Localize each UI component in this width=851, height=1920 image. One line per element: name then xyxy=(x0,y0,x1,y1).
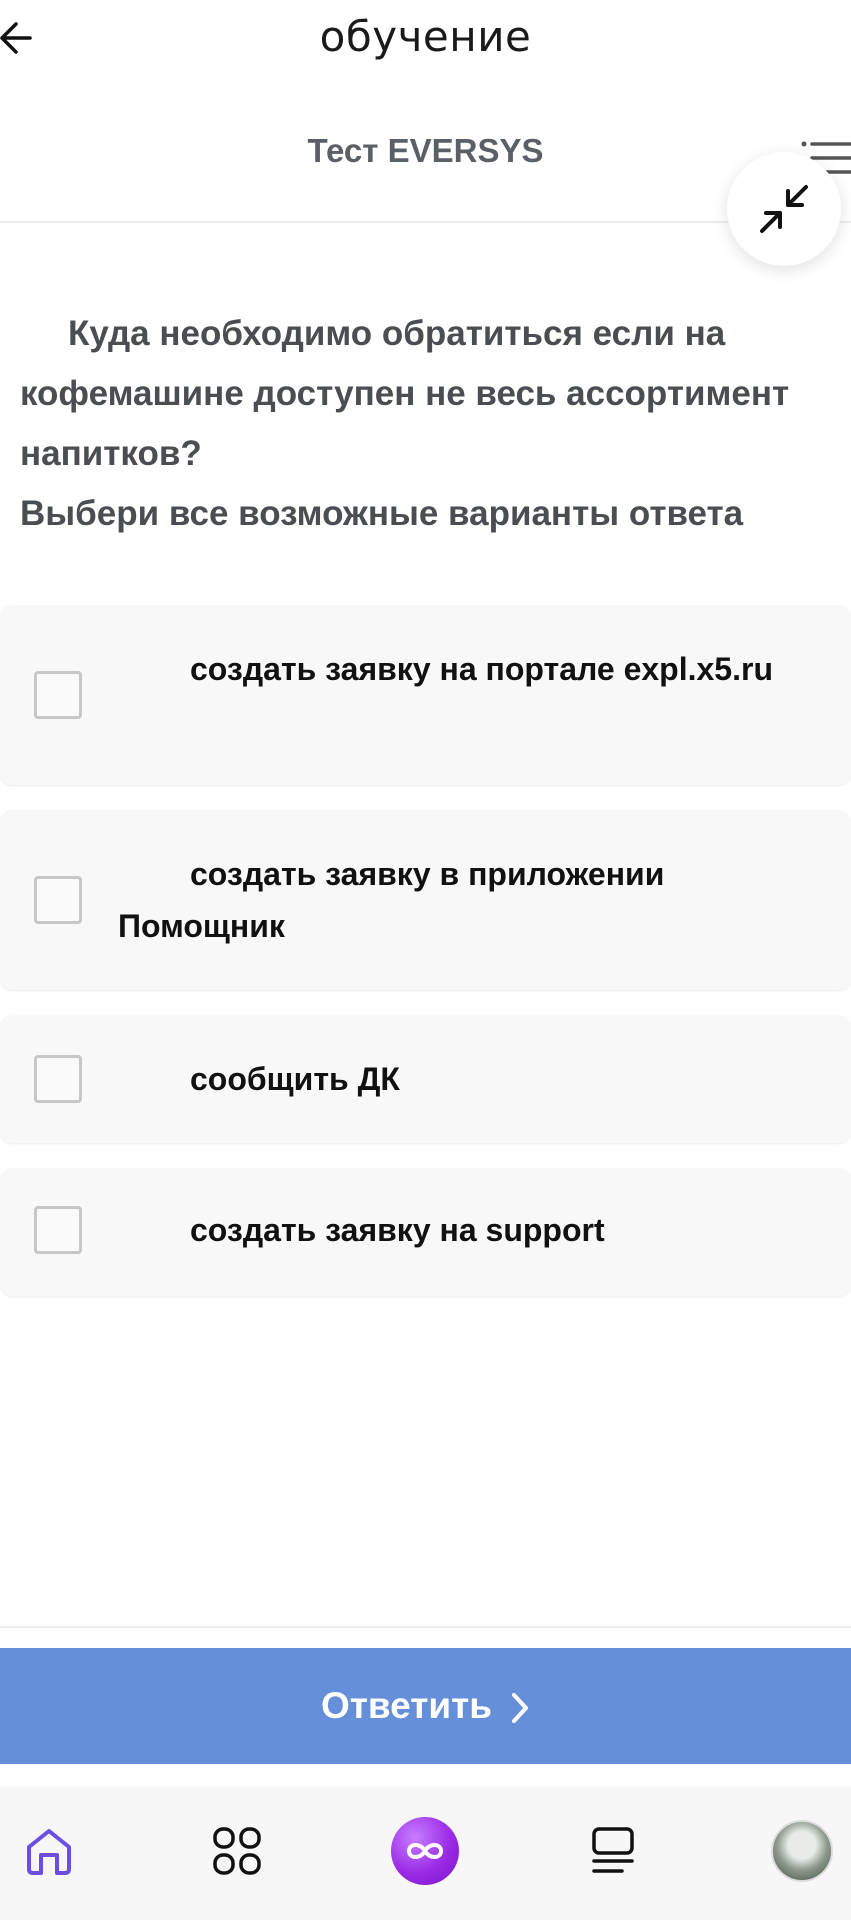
answer-label: создать заявку в приложении Помощник xyxy=(118,856,665,944)
nav-apps[interactable] xyxy=(202,1816,272,1886)
app-title: обучение xyxy=(319,12,532,61)
answer-option-3[interactable]: сообщить ДК xyxy=(0,1015,851,1143)
answer-checkbox[interactable] xyxy=(34,876,82,924)
answer-label: создать заявку на портале expl.x5.ru xyxy=(190,651,773,687)
collapse-arrows-icon xyxy=(760,185,808,233)
nav-feed[interactable] xyxy=(578,1816,648,1886)
question-text: Куда необходимо обратиться если на кофем… xyxy=(20,304,840,544)
infinity-icon xyxy=(391,1817,459,1885)
question-body: Куда необходимо обратиться если на кофем… xyxy=(20,314,790,473)
answer-label: создать заявку на support xyxy=(190,1212,605,1248)
answer-checkbox[interactable] xyxy=(34,671,82,719)
test-title: Тест EVERSYS xyxy=(307,132,544,169)
footer-divider xyxy=(0,1626,851,1628)
nav-home[interactable] xyxy=(14,1816,84,1886)
answer-option-2[interactable]: создать заявку в приложении Помощник xyxy=(0,810,851,990)
avatar xyxy=(771,1820,833,1882)
answer-option-1[interactable]: создать заявку на портале expl.x5.ru xyxy=(0,605,851,785)
feed-icon xyxy=(592,1827,634,1873)
chevron-right-icon xyxy=(511,1693,528,1723)
nav-infinity[interactable] xyxy=(390,1816,460,1886)
home-icon xyxy=(27,1829,71,1875)
answer-checkbox[interactable] xyxy=(34,1206,82,1254)
submit-label: Ответить xyxy=(321,1685,492,1726)
apps-grid-icon xyxy=(213,1827,261,1875)
bottom-navigation xyxy=(0,1786,851,1920)
answer-label: сообщить ДК xyxy=(190,1061,400,1097)
answer-checkbox[interactable] xyxy=(34,1055,82,1103)
nav-profile[interactable] xyxy=(767,1816,837,1886)
submit-button[interactable]: Ответить xyxy=(0,1648,851,1764)
header-divider xyxy=(0,221,851,223)
question-hint: Выбери все возможные варианты ответа xyxy=(20,494,744,533)
answer-option-4[interactable]: создать заявку на support xyxy=(0,1168,851,1296)
collapse-button[interactable] xyxy=(727,152,841,266)
